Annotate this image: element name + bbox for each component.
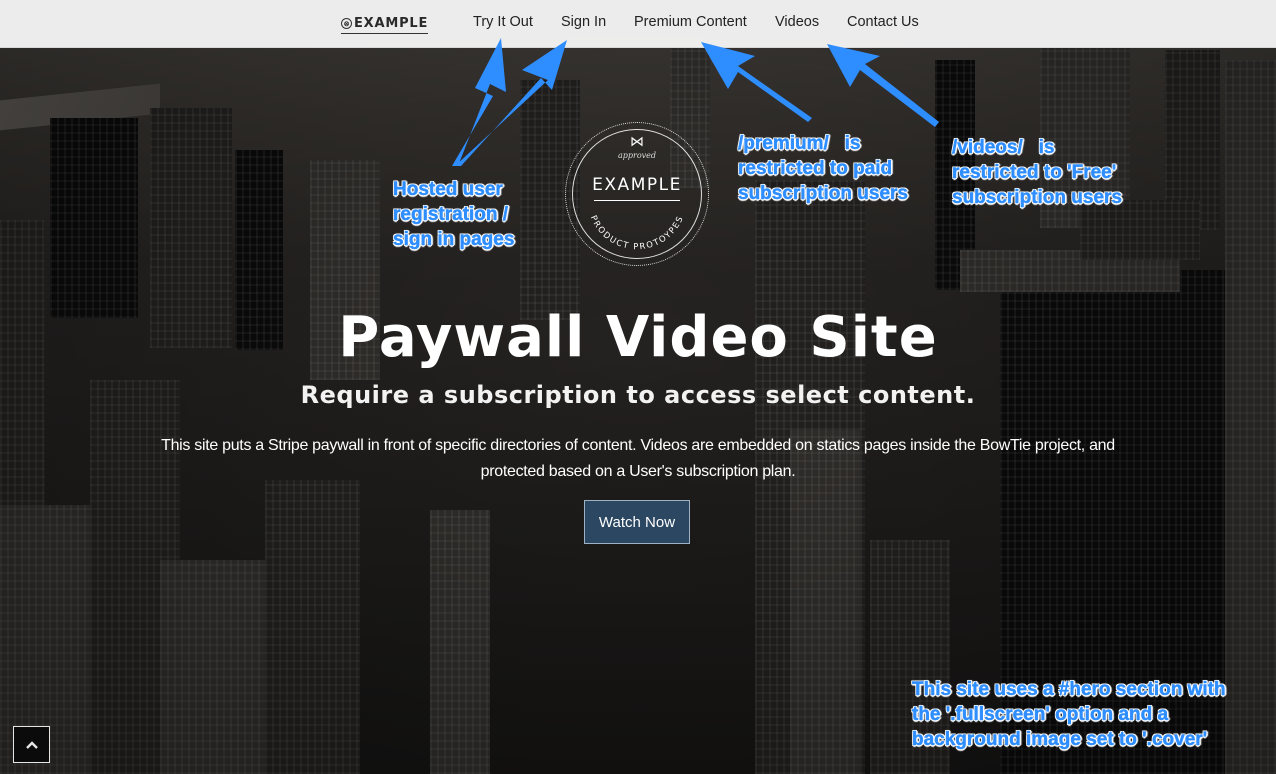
nav-link-try-it-out[interactable]: Try It Out: [473, 14, 533, 30]
watch-now-label: Watch Now: [598, 513, 676, 531]
nav-link-premium-content[interactable]: Premium Content: [634, 14, 747, 30]
hero-description: This site puts a Stripe paywall in front…: [161, 437, 1115, 480]
chevron-up-icon: [25, 740, 38, 749]
brand-text: EXAMPLE: [354, 15, 429, 31]
hero-subtitle: Require a subscription to access select …: [300, 381, 976, 409]
nav-link-videos[interactable]: Videos: [775, 14, 819, 30]
scroll-to-top-button[interactable]: [13, 726, 50, 763]
example-badge-logo: ⋈ approved EXAMPLE PRODUCT PROTOYPES: [565, 122, 709, 266]
watch-now-button[interactable]: Watch Now: [584, 500, 690, 544]
svg-text:PRODUCT PROTOYPES: PRODUCT PROTOYPES: [589, 214, 685, 252]
brand-logo-link[interactable]: ⊗ EXAMPLE: [341, 14, 429, 34]
bowtie-face-icon: ⊗: [341, 17, 352, 29]
badge-subtitle-arc: PRODUCT PROTOYPES: [589, 214, 685, 252]
badge-subtitle: PRODUCT PROTOYPES: [589, 214, 684, 252]
hero-title: Paywall Video Site: [338, 305, 938, 370]
navbar: ⊗ EXAMPLE Try It Out Sign In Premium Con…: [0, 0, 1276, 48]
nav-link-sign-in[interactable]: Sign In: [561, 14, 606, 30]
annotation-hero-section: This site uses a #hero section with the …: [912, 679, 1226, 751]
annotation-premium-restriction: /premium/ is restricted to paid subscrip…: [738, 133, 909, 205]
annotation-hosted-pages: Hosted user registration / sign in pages: [393, 179, 515, 251]
annotation-videos-restriction: /videos/ is restricted to 'Free' subscri…: [952, 137, 1123, 209]
nav-link-contact-us[interactable]: Contact Us: [847, 14, 919, 30]
